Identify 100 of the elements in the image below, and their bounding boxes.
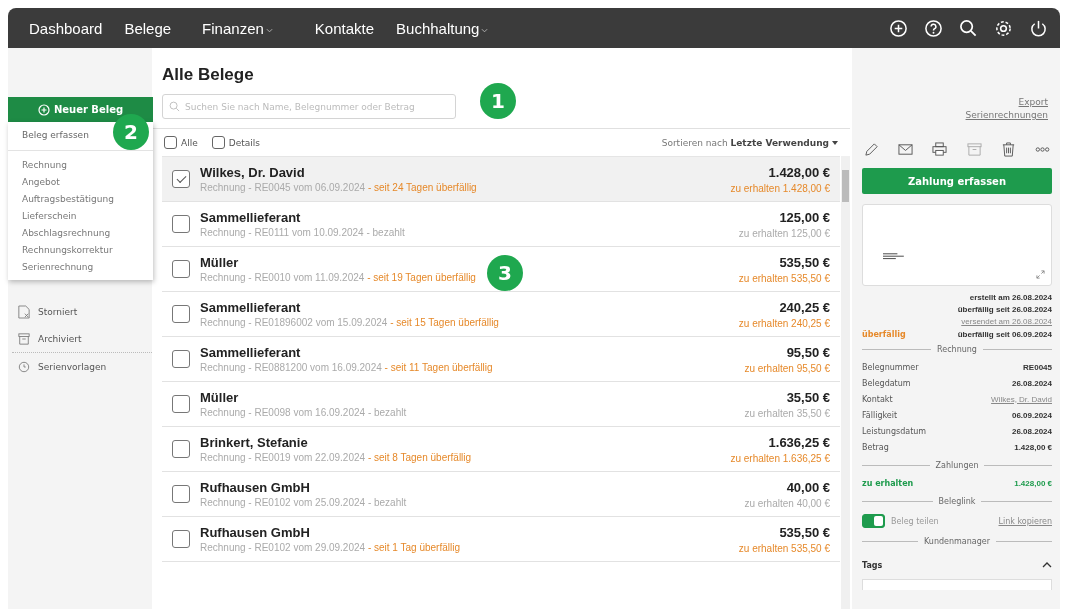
menu-item[interactable]: Auftragsbestätigung bbox=[8, 191, 153, 208]
collapse-caret-icon[interactable] bbox=[1042, 562, 1052, 568]
mail-icon[interactable] bbox=[898, 142, 914, 157]
amount-due: zu erhalten 95,50 € bbox=[744, 362, 830, 374]
search-icon[interactable] bbox=[959, 18, 978, 38]
sidebar-item[interactable]: Storniert bbox=[18, 298, 152, 325]
history-link[interactable]: versendet am 26.08.2024 bbox=[961, 317, 1052, 326]
checkbox-label: Details bbox=[228, 137, 260, 148]
sort-dropdown[interactable]: Sortieren nach Letzte Verwendung bbox=[661, 137, 829, 148]
record-payment-button[interactable]: Zahlung erfassen bbox=[862, 168, 1052, 194]
document-info: Rechnung - RE0019 vom 22.09.2024 - seit 8 Tagen überfällig bbox=[200, 452, 472, 463]
caret-icon[interactable] bbox=[832, 140, 838, 145]
checkbox[interactable] bbox=[211, 136, 225, 149]
amount: 535,50 € bbox=[779, 254, 830, 270]
contact-name: Wilkes, Dr. David bbox=[200, 165, 305, 180]
pencil-icon[interactable] bbox=[864, 142, 879, 157]
nav-item[interactable]: Belege bbox=[124, 19, 172, 37]
text-link[interactable]: Serienrechnungen bbox=[965, 109, 1048, 122]
document-info: Rechnung - RE0098 vom 16.09.2024 - bezahlt bbox=[200, 407, 407, 418]
menu-item[interactable]: Rechnungskorrektur bbox=[8, 242, 153, 259]
history-entry: erstellt am 26.08.2024 bbox=[969, 293, 1052, 302]
amount-due: zu erhalten 240,25 € bbox=[738, 317, 830, 329]
nav-item[interactable]: Kontakte bbox=[314, 19, 375, 37]
checkbox-label: Alle bbox=[181, 137, 198, 148]
trash-icon[interactable] bbox=[1000, 142, 1016, 157]
field-label: Fälligkeit bbox=[862, 410, 898, 420]
amount: 535,50 € bbox=[779, 524, 830, 540]
menu-item[interactable]: Serienrechnung bbox=[8, 259, 153, 276]
power-icon[interactable] bbox=[1029, 18, 1048, 38]
add-icon[interactable] bbox=[889, 18, 908, 38]
field-value: 1.428,00 € bbox=[1014, 478, 1052, 488]
document-info: Rechnung - RE0881200 vom 16.09.2024 - seit 11 Tagen überfällig bbox=[200, 362, 493, 373]
checkbox[interactable] bbox=[172, 215, 190, 233]
tags-label: Tags bbox=[862, 560, 883, 570]
help-icon[interactable] bbox=[924, 18, 943, 38]
text-link[interactable]: Export bbox=[1018, 96, 1048, 109]
document-info: Rechnung - RE0102 vom 25.09.2024 - bezahlt bbox=[200, 497, 407, 508]
amount-due: zu erhalten 1.428,00 € bbox=[730, 182, 830, 194]
checkbox[interactable] bbox=[164, 136, 177, 149]
section-title: Kundenmanager bbox=[924, 537, 990, 546]
menu-item[interactable]: Abschlagsrechnung bbox=[8, 225, 153, 242]
field-value: 26.08.2024 bbox=[1011, 378, 1052, 388]
checkbox[interactable] bbox=[172, 395, 190, 413]
menu-item[interactable]: Lieferschein bbox=[8, 208, 153, 225]
document-row[interactable]: Wilkes, Dr. David Rechnung - RE0045 vom 06.09.2024 - seit 24 Tagen überfällig 1.428,00 € zu erhalten 1.428,00 € bbox=[162, 157, 840, 202]
page-title: Alle Belege bbox=[162, 65, 255, 85]
checkbox[interactable] bbox=[172, 530, 190, 548]
menu-item[interactable]: Rechnung bbox=[8, 157, 153, 174]
field-value: RE0045 bbox=[1023, 362, 1052, 372]
toggle-switch[interactable] bbox=[862, 514, 885, 528]
printer-icon[interactable] bbox=[932, 142, 948, 157]
nav-item[interactable]: Finanzen bbox=[202, 19, 273, 37]
field-label: Kontakt bbox=[862, 394, 893, 404]
letter-text-drawing bbox=[883, 253, 907, 261]
new-document-button[interactable]: Neuer Beleg bbox=[8, 97, 153, 122]
section-title: Beleglink bbox=[938, 497, 976, 506]
amount-due: zu erhalten 125,00 € bbox=[738, 227, 830, 239]
document-info: Rechnung - RE0111 vom 10.09.2024 - bezahlt bbox=[200, 227, 405, 238]
contact-name: Rufhausen GmbH bbox=[200, 525, 310, 540]
checkbox[interactable] bbox=[172, 305, 190, 323]
amount: 35,50 € bbox=[786, 389, 830, 405]
repeat-clock-icon bbox=[18, 359, 30, 374]
field-value: 06.09.2024 bbox=[1011, 410, 1052, 420]
amount-due: zu erhalten 35,50 € bbox=[744, 407, 830, 419]
settings-icon[interactable] bbox=[994, 18, 1013, 38]
amount: 1.428,00 € bbox=[768, 164, 830, 180]
toggle-label: Beleg teilen bbox=[891, 516, 939, 526]
amount: 95,50 € bbox=[786, 344, 830, 360]
sidebar-item[interactable]: Serienvorlagen bbox=[18, 353, 152, 380]
tags-field[interactable] bbox=[862, 579, 1052, 590]
checkbox[interactable] bbox=[172, 170, 190, 188]
document-info: Rechnung - RE01896002 vom 15.09.2024 - seit 15 Tagen überfällig bbox=[200, 317, 499, 328]
section-title: Rechnung bbox=[937, 345, 977, 354]
amount-due: zu erhalten 40,00 € bbox=[744, 497, 830, 509]
expand-icon[interactable] bbox=[1036, 270, 1045, 279]
nav-item[interactable]: Buchhaltung bbox=[396, 19, 489, 37]
amount-due: zu erhalten 535,50 € bbox=[738, 272, 830, 284]
scrollbar[interactable] bbox=[841, 156, 850, 609]
contact-name: Brinkert, Stefanie bbox=[200, 435, 308, 450]
contact-name: Rufhausen GmbH bbox=[200, 480, 310, 495]
section-title: Zahlungen bbox=[935, 461, 979, 470]
archive-box-icon bbox=[18, 331, 30, 346]
nav-item[interactable]: Dashboard bbox=[29, 19, 103, 37]
menu-item[interactable]: Angebot bbox=[8, 174, 153, 191]
document-info: Rechnung - RE0102 vom 29.09.2024 - seit 1 Tag überfällig bbox=[200, 542, 460, 553]
sidebar-item[interactable]: Archiviert bbox=[18, 325, 152, 352]
status-text: überfällig seit 06.09.2024 bbox=[957, 330, 1052, 339]
checkbox[interactable] bbox=[172, 485, 190, 503]
contact-link[interactable]: Wilkes, Dr. David bbox=[991, 394, 1052, 404]
copy-link[interactable]: Link kopieren bbox=[998, 516, 1052, 526]
amount-due: zu erhalten 535,50 € bbox=[738, 542, 830, 554]
checkbox[interactable] bbox=[172, 350, 190, 368]
field-label: Betrag bbox=[862, 442, 889, 452]
field-label: Belegdatum bbox=[862, 378, 911, 388]
field-value: 26.08.2024 bbox=[1011, 426, 1052, 436]
checkbox[interactable] bbox=[172, 440, 190, 458]
search-field[interactable]: Suchen Sie nach Name, Belegnummer oder Betrag bbox=[162, 94, 456, 119]
document-x-icon bbox=[18, 304, 30, 319]
checkbox[interactable] bbox=[172, 260, 190, 278]
field-label: Belegnummer bbox=[862, 362, 919, 372]
